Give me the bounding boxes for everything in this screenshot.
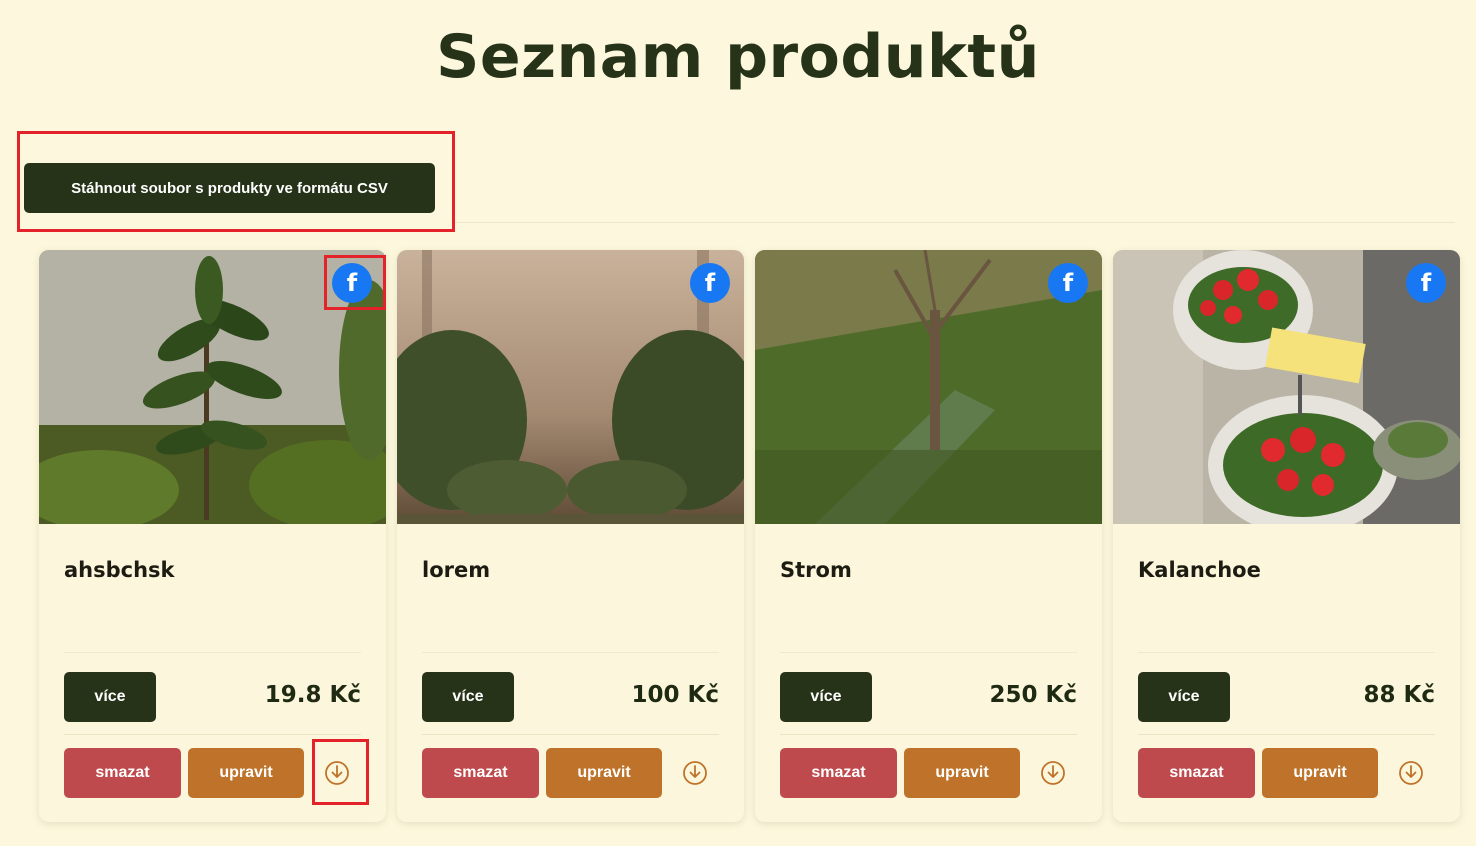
header-divider — [455, 222, 1455, 223]
product-list-page: Seznam produktů Stáhnout soubor s produk… — [0, 0, 1476, 846]
card-divider — [780, 734, 1077, 735]
more-button[interactable]: více — [422, 672, 514, 722]
product-card: f lorem více 100 Kč smazat upravit — [397, 250, 744, 822]
product-image[interactable]: f — [1113, 250, 1460, 524]
card-divider — [64, 652, 361, 653]
download-icon[interactable] — [324, 760, 350, 786]
card-divider — [422, 734, 719, 735]
delete-button[interactable]: smazat — [64, 748, 181, 798]
edit-button[interactable]: upravit — [904, 748, 1020, 798]
download-csv-button[interactable]: Stáhnout soubor s produkty ve formátu CS… — [24, 163, 435, 213]
more-button[interactable]: více — [64, 672, 156, 722]
edit-button[interactable]: upravit — [1262, 748, 1378, 798]
card-divider — [780, 652, 1077, 653]
product-name: lorem — [422, 558, 491, 582]
product-price: 250 Kč — [989, 682, 1077, 708]
card-divider — [422, 652, 719, 653]
download-icon[interactable] — [1040, 760, 1066, 786]
card-divider — [64, 734, 361, 735]
more-button[interactable]: více — [780, 672, 872, 722]
more-button[interactable]: více — [1138, 672, 1230, 722]
delete-button[interactable]: smazat — [422, 748, 539, 798]
product-price: 100 Kč — [631, 682, 719, 708]
facebook-share-icon[interactable]: f — [690, 263, 730, 303]
delete-button[interactable]: smazat — [1138, 748, 1255, 798]
product-price: 19.8 Kč — [264, 682, 361, 708]
facebook-share-icon[interactable]: f — [1406, 263, 1446, 303]
product-image[interactable]: f — [397, 250, 744, 524]
facebook-share-icon[interactable]: f — [332, 263, 372, 303]
product-name: Kalanchoe — [1138, 558, 1261, 582]
delete-button[interactable]: smazat — [780, 748, 897, 798]
card-divider — [1138, 734, 1435, 735]
edit-button[interactable]: upravit — [546, 748, 662, 798]
download-icon[interactable] — [1398, 760, 1424, 786]
product-card: f ahsbchsk více 19.8 Kč smazat upravit — [39, 250, 386, 822]
product-card: f Strom více 250 Kč smazat upravit — [755, 250, 1102, 822]
edit-button[interactable]: upravit — [188, 748, 304, 798]
facebook-share-icon[interactable]: f — [1048, 263, 1088, 303]
card-divider — [1138, 652, 1435, 653]
product-image[interactable]: f — [39, 250, 386, 524]
product-name: ahsbchsk — [64, 558, 175, 582]
product-price: 88 Kč — [1363, 682, 1435, 708]
product-image[interactable]: f — [755, 250, 1102, 524]
download-icon[interactable] — [682, 760, 708, 786]
product-name: Strom — [780, 558, 852, 582]
page-title: Seznam produktů — [436, 22, 1040, 92]
product-card: f Kalanchoe více 88 Kč smazat upravit — [1113, 250, 1460, 822]
